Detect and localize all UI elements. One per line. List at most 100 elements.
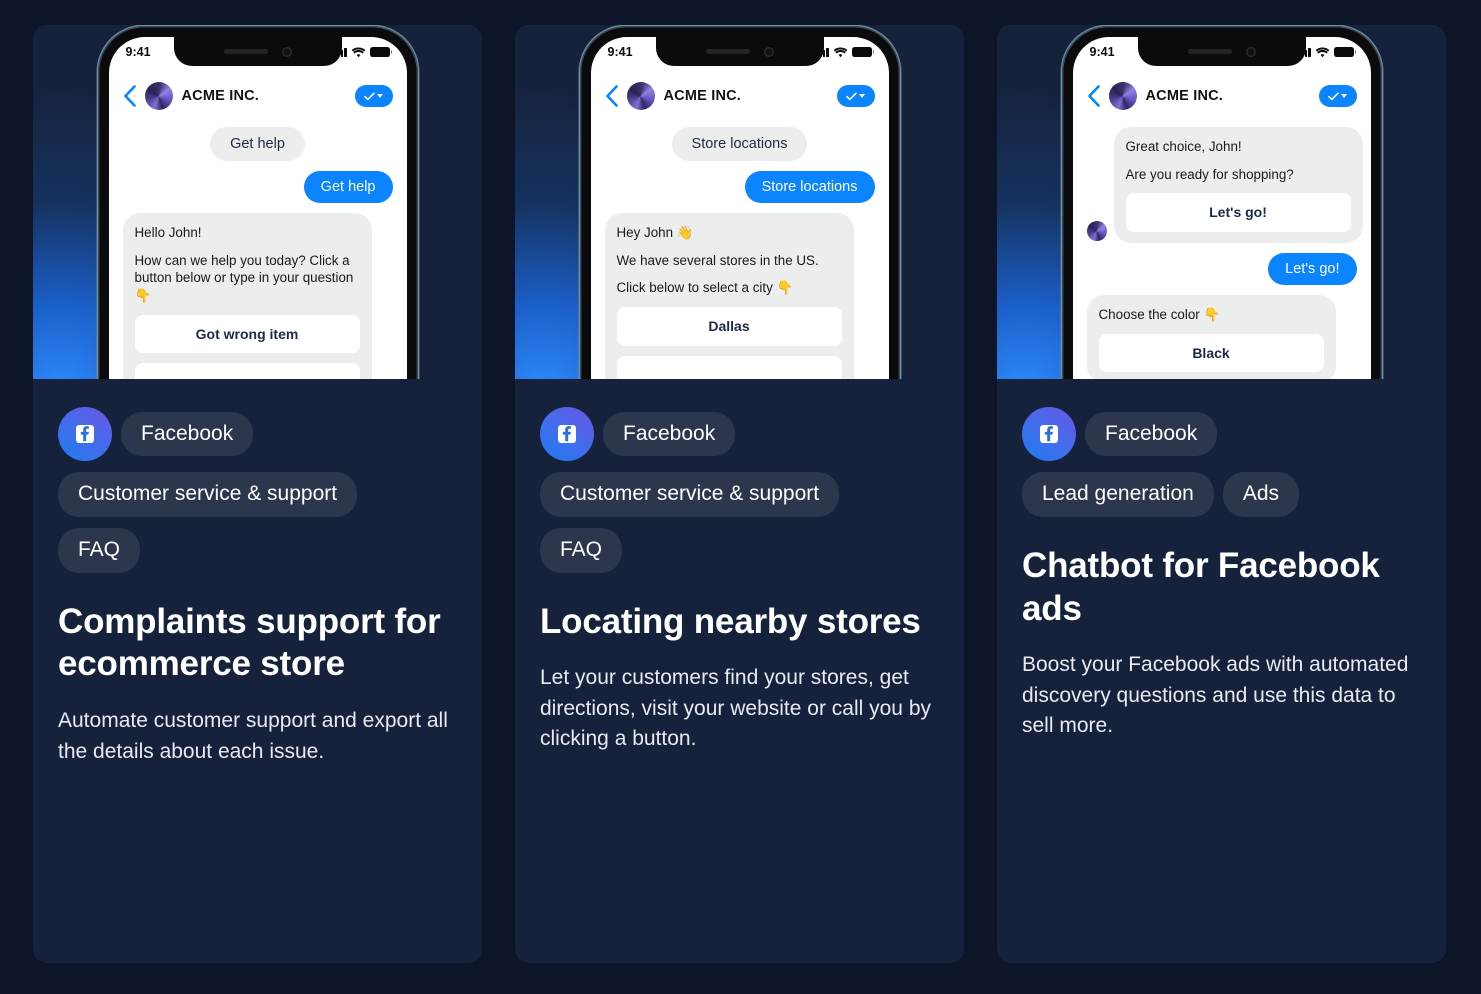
card-description: Boost your Facebook ads with automated d… (1022, 653, 1409, 738)
category-tag-row-2: FAQ (58, 527, 457, 573)
category-tag-row: Customer service & support (540, 472, 939, 517)
card-content: Facebook Customer service & support FAQ … (33, 379, 482, 963)
battery-icon (851, 47, 875, 57)
template-card-complaints-support[interactable]: 9:41 ACME INC. Get help Get help Hello J… (33, 25, 482, 963)
incoming-message: Hello John! How can we help you today? C… (122, 213, 372, 379)
chat-header: ACME INC. (1073, 75, 1371, 117)
incoming-message: Great choice, John! Are you ready for sh… (1113, 127, 1363, 243)
check-icon (364, 91, 375, 100)
incoming-line-2: Are you ready for shopping? (1125, 166, 1294, 182)
phone-notch (1137, 37, 1306, 66)
tag-category-2[interactable]: FAQ (540, 527, 623, 573)
chat-messages: Get help Get help Hello John! How can we… (109, 121, 407, 379)
status-time: 9:41 (1089, 45, 1115, 59)
platform-tag-row: Facebook (1022, 407, 1421, 461)
avatar (1086, 220, 1107, 241)
template-card-locating-stores[interactable]: 9:41 ACME INC. Store locations Store loc… (515, 25, 964, 963)
facebook-icon (1022, 407, 1076, 461)
facebook-icon (540, 407, 594, 461)
status-time: 9:41 (607, 45, 633, 59)
phone-frame: 9:41 ACME INC. (579, 26, 900, 379)
tag-platform[interactable]: Facebook (603, 411, 736, 457)
chat-header: ACME INC. (109, 75, 407, 117)
tag-platform[interactable]: Facebook (121, 411, 254, 457)
category-tag-row-2: FAQ (540, 527, 939, 573)
battery-icon (369, 47, 393, 57)
card-content: Facebook Customer service & support FAQ … (515, 379, 964, 963)
speaker-grille (705, 49, 750, 54)
reply-button[interactable]: Dallas (616, 307, 842, 346)
chat-header: ACME INC. (591, 75, 889, 117)
speaker-grille (223, 49, 268, 54)
check-badge-icon[interactable] (1318, 85, 1357, 107)
check-icon (1328, 91, 1339, 100)
tag-category-1[interactable]: Lead generation (1022, 472, 1214, 517)
phone-screen: 9:41 ACME INC. (590, 37, 889, 379)
second-incoming-line-1: Choose the color 👇 (1098, 306, 1221, 322)
battery-icon (1333, 47, 1357, 57)
wifi-icon (1315, 47, 1329, 57)
incoming-line-1: Hey John 👋 (616, 225, 694, 240)
check-badge-icon[interactable] (354, 85, 393, 107)
chevron-left-icon[interactable] (123, 85, 136, 107)
front-camera-icon (281, 46, 292, 57)
facebook-glyph (558, 425, 576, 443)
card-description: Automate customer support and export all… (58, 709, 448, 763)
speaker-grille (1187, 49, 1232, 54)
reply-button-partial[interactable] (134, 363, 360, 379)
check-badge-icon[interactable] (836, 85, 875, 107)
status-time: 9:41 (125, 45, 151, 59)
avatar (144, 82, 173, 110)
card-content: Facebook Lead generation Ads Chatbot for… (997, 379, 1446, 963)
outgoing-message: Let's go! (1268, 252, 1357, 285)
quick-reply-chip[interactable]: Get help (210, 127, 305, 161)
front-camera-icon (763, 46, 774, 57)
phone-preview: 9:41 ACME INC. (997, 25, 1446, 379)
tag-category-1[interactable]: Customer service & support (540, 472, 840, 517)
avatar (1108, 82, 1137, 110)
wifi-icon (351, 47, 365, 57)
category-tag-row: Lead generation Ads (1022, 472, 1421, 517)
platform-tag-row: Facebook (58, 407, 457, 461)
phone-preview: 9:41 ACME INC. (33, 25, 482, 379)
chevron-left-icon[interactable] (1087, 85, 1100, 107)
chat-brand-name: ACME INC. (181, 88, 260, 104)
quick-reply-chip[interactable]: Store locations (671, 127, 808, 161)
avatar (626, 82, 655, 110)
incoming-message: Hey John 👋 We have several stores in the… (604, 213, 854, 379)
card-title: Complaints support for ecommerce store (58, 601, 441, 684)
card-title: Chatbot for Facebook ads (1022, 545, 1380, 628)
phone-frame: 9:41 ACME INC. (97, 26, 418, 379)
incoming-line-2: How can we help you today? Click a butto… (134, 252, 354, 304)
outgoing-message: Get help (303, 171, 393, 203)
incoming-line-1: Great choice, John! (1125, 139, 1242, 154)
chat-messages: Store locations Store locations Hey John… (591, 121, 889, 379)
chevron-down-icon (859, 94, 865, 98)
phone-notch (173, 37, 342, 66)
check-icon (846, 91, 857, 100)
phone-frame: 9:41 ACME INC. (1061, 26, 1382, 379)
chat-messages: Great choice, John! Are you ready for sh… (1073, 121, 1371, 379)
template-card-facebook-ads[interactable]: 9:41 ACME INC. Great choice, John! Are y… (997, 25, 1446, 963)
tag-category-2[interactable]: FAQ (58, 527, 141, 573)
category-tag-row: Customer service & support (58, 472, 457, 517)
chevron-left-icon[interactable] (605, 85, 618, 107)
tag-category-1[interactable]: Customer service & support (58, 472, 358, 517)
facebook-glyph (76, 425, 94, 443)
incoming-message-group: Great choice, John! Are you ready for sh… (1086, 127, 1363, 243)
tag-category-2[interactable]: Ads (1222, 472, 1299, 517)
status-indicators (815, 47, 875, 58)
chat-brand-name: ACME INC. (1145, 88, 1224, 104)
second-reply-button[interactable]: Black (1098, 333, 1324, 372)
wifi-icon (833, 47, 847, 57)
reply-button[interactable]: Got wrong item (134, 314, 360, 354)
status-indicators (333, 47, 393, 58)
second-incoming-message: Choose the color 👇 Black (1086, 294, 1336, 379)
reply-button[interactable]: Let's go! (1125, 193, 1351, 232)
reply-button-partial[interactable] (616, 355, 842, 379)
tag-platform[interactable]: Facebook (1085, 411, 1218, 457)
phone-screen: 9:41 ACME INC. (1072, 37, 1371, 379)
phone-notch (655, 37, 824, 66)
incoming-line-3: Click below to select a city 👇 (616, 280, 794, 296)
phone-screen: 9:41 ACME INC. (108, 37, 407, 379)
